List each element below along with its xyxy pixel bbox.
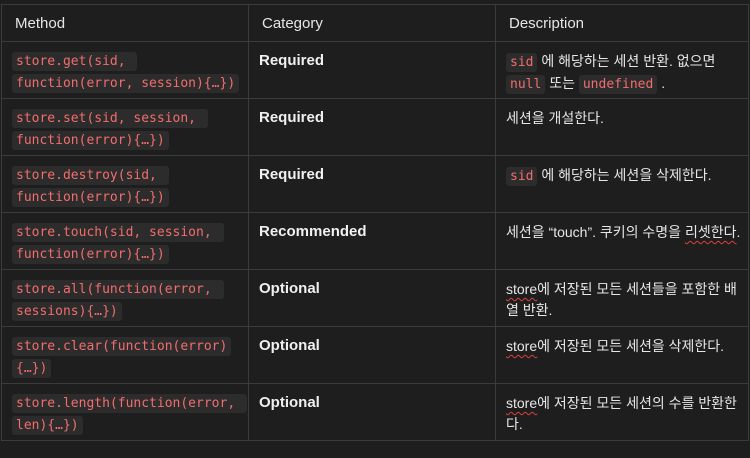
description-text: 또는 [545, 75, 579, 91]
description-text: . [736, 224, 741, 240]
description-text: 에 저장된 모든 세션들을 포함한 배열 반환. [506, 281, 737, 318]
method-signature: store.set(sid, session, function(error){… [12, 109, 208, 150]
category-cell: Required [248, 41, 496, 99]
spellcheck-flagged-text: 리셋한다 [684, 224, 737, 240]
category-cell: Required [248, 155, 496, 213]
session-store-methods-table: Method Category Description store.get(si… [1, 4, 749, 441]
method-signature: store.length(function(error, len){…}) [12, 394, 247, 435]
method-cell: store.length(function(error, len){…}) [1, 383, 249, 441]
description-text: 에 해당하는 세션 반환. 없으면 [537, 53, 716, 69]
table-row: store.destroy(sid, function(error){…}) Re… [1, 155, 749, 213]
method-column-header: Method [1, 4, 249, 42]
method-cell: store.destroy(sid, function(error){…}) [1, 155, 249, 213]
method-cell: store.set(sid, session, function(error){… [1, 98, 249, 156]
description-cell: sid 에 해당하는 세션을 삭제한다. [495, 155, 749, 213]
method-signature: store.destroy(sid, function(error){…}) [12, 166, 169, 207]
description-text: 세션을 “touch”. 쿠키의 수명을 [506, 224, 685, 240]
category-cell: Required [248, 98, 496, 156]
inline-code: null [506, 75, 546, 94]
description-cell: 세션을 개설한다. [495, 98, 749, 156]
category-column-header: Category [248, 4, 496, 42]
table-row: store.get(sid, function(error, session){… [1, 41, 749, 99]
spellcheck-flagged-text: store [506, 281, 538, 297]
description-text: 에 저장된 모든 세션의 수를 반환한다. [506, 395, 737, 432]
description-cell: sid 에 해당하는 세션 반환. 없으면 null 또는 undefined … [495, 41, 749, 99]
description-text: 세션을 개설한다. [506, 110, 604, 126]
inline-code: sid [506, 53, 538, 72]
table-row: store.touch(sid, session, function(error… [1, 212, 749, 270]
inline-code: sid [506, 167, 538, 186]
inline-code: undefined [578, 75, 658, 94]
description-column-header: Description [495, 4, 749, 42]
method-signature: store.clear(function(error){…}) [12, 337, 232, 378]
description-cell: store에 저장된 모든 세션의 수를 반환한다. [495, 383, 749, 441]
method-cell: store.clear(function(error){…}) [1, 326, 249, 384]
description-text: 에 저장된 모든 세션을 삭제한다. [537, 338, 725, 354]
method-cell: store.touch(sid, session, function(error… [1, 212, 249, 270]
method-signature: store.all(function(error, sessions){…}) [12, 280, 224, 321]
description-cell: 세션을 “touch”. 쿠키의 수명을 리셋한다. [495, 212, 749, 270]
method-cell: store.get(sid, function(error, session){… [1, 41, 249, 99]
category-cell: Recommended [248, 212, 496, 270]
table-header-row: Method Category Description [1, 4, 749, 42]
spellcheck-flagged-text: store [506, 338, 538, 354]
category-cell: Optional [248, 269, 496, 327]
table-row: store.length(function(error, len){…}) Opt… [1, 383, 749, 441]
spellcheck-flagged-text: store [506, 395, 538, 411]
table-row: store.all(function(error, sessions){…}) O… [1, 269, 749, 327]
description-cell: store에 저장된 모든 세션을 삭제한다. [495, 326, 749, 384]
method-cell: store.all(function(error, sessions){…}) [1, 269, 249, 327]
method-signature: store.get(sid, function(error, session){… [12, 52, 240, 93]
description-text: 에 해당하는 세션을 삭제한다. [537, 167, 712, 183]
description-text: . [657, 75, 666, 91]
table-body: store.get(sid, function(error, session){… [1, 41, 749, 441]
description-cell: store에 저장된 모든 세션들을 포함한 배열 반환. [495, 269, 749, 327]
table-row: store.set(sid, session, function(error){… [1, 98, 749, 156]
category-cell: Optional [248, 383, 496, 441]
table-row: store.clear(function(error){…}) Optional s… [1, 326, 749, 384]
method-signature: store.touch(sid, session, function(error… [12, 223, 224, 264]
category-cell: Optional [248, 326, 496, 384]
